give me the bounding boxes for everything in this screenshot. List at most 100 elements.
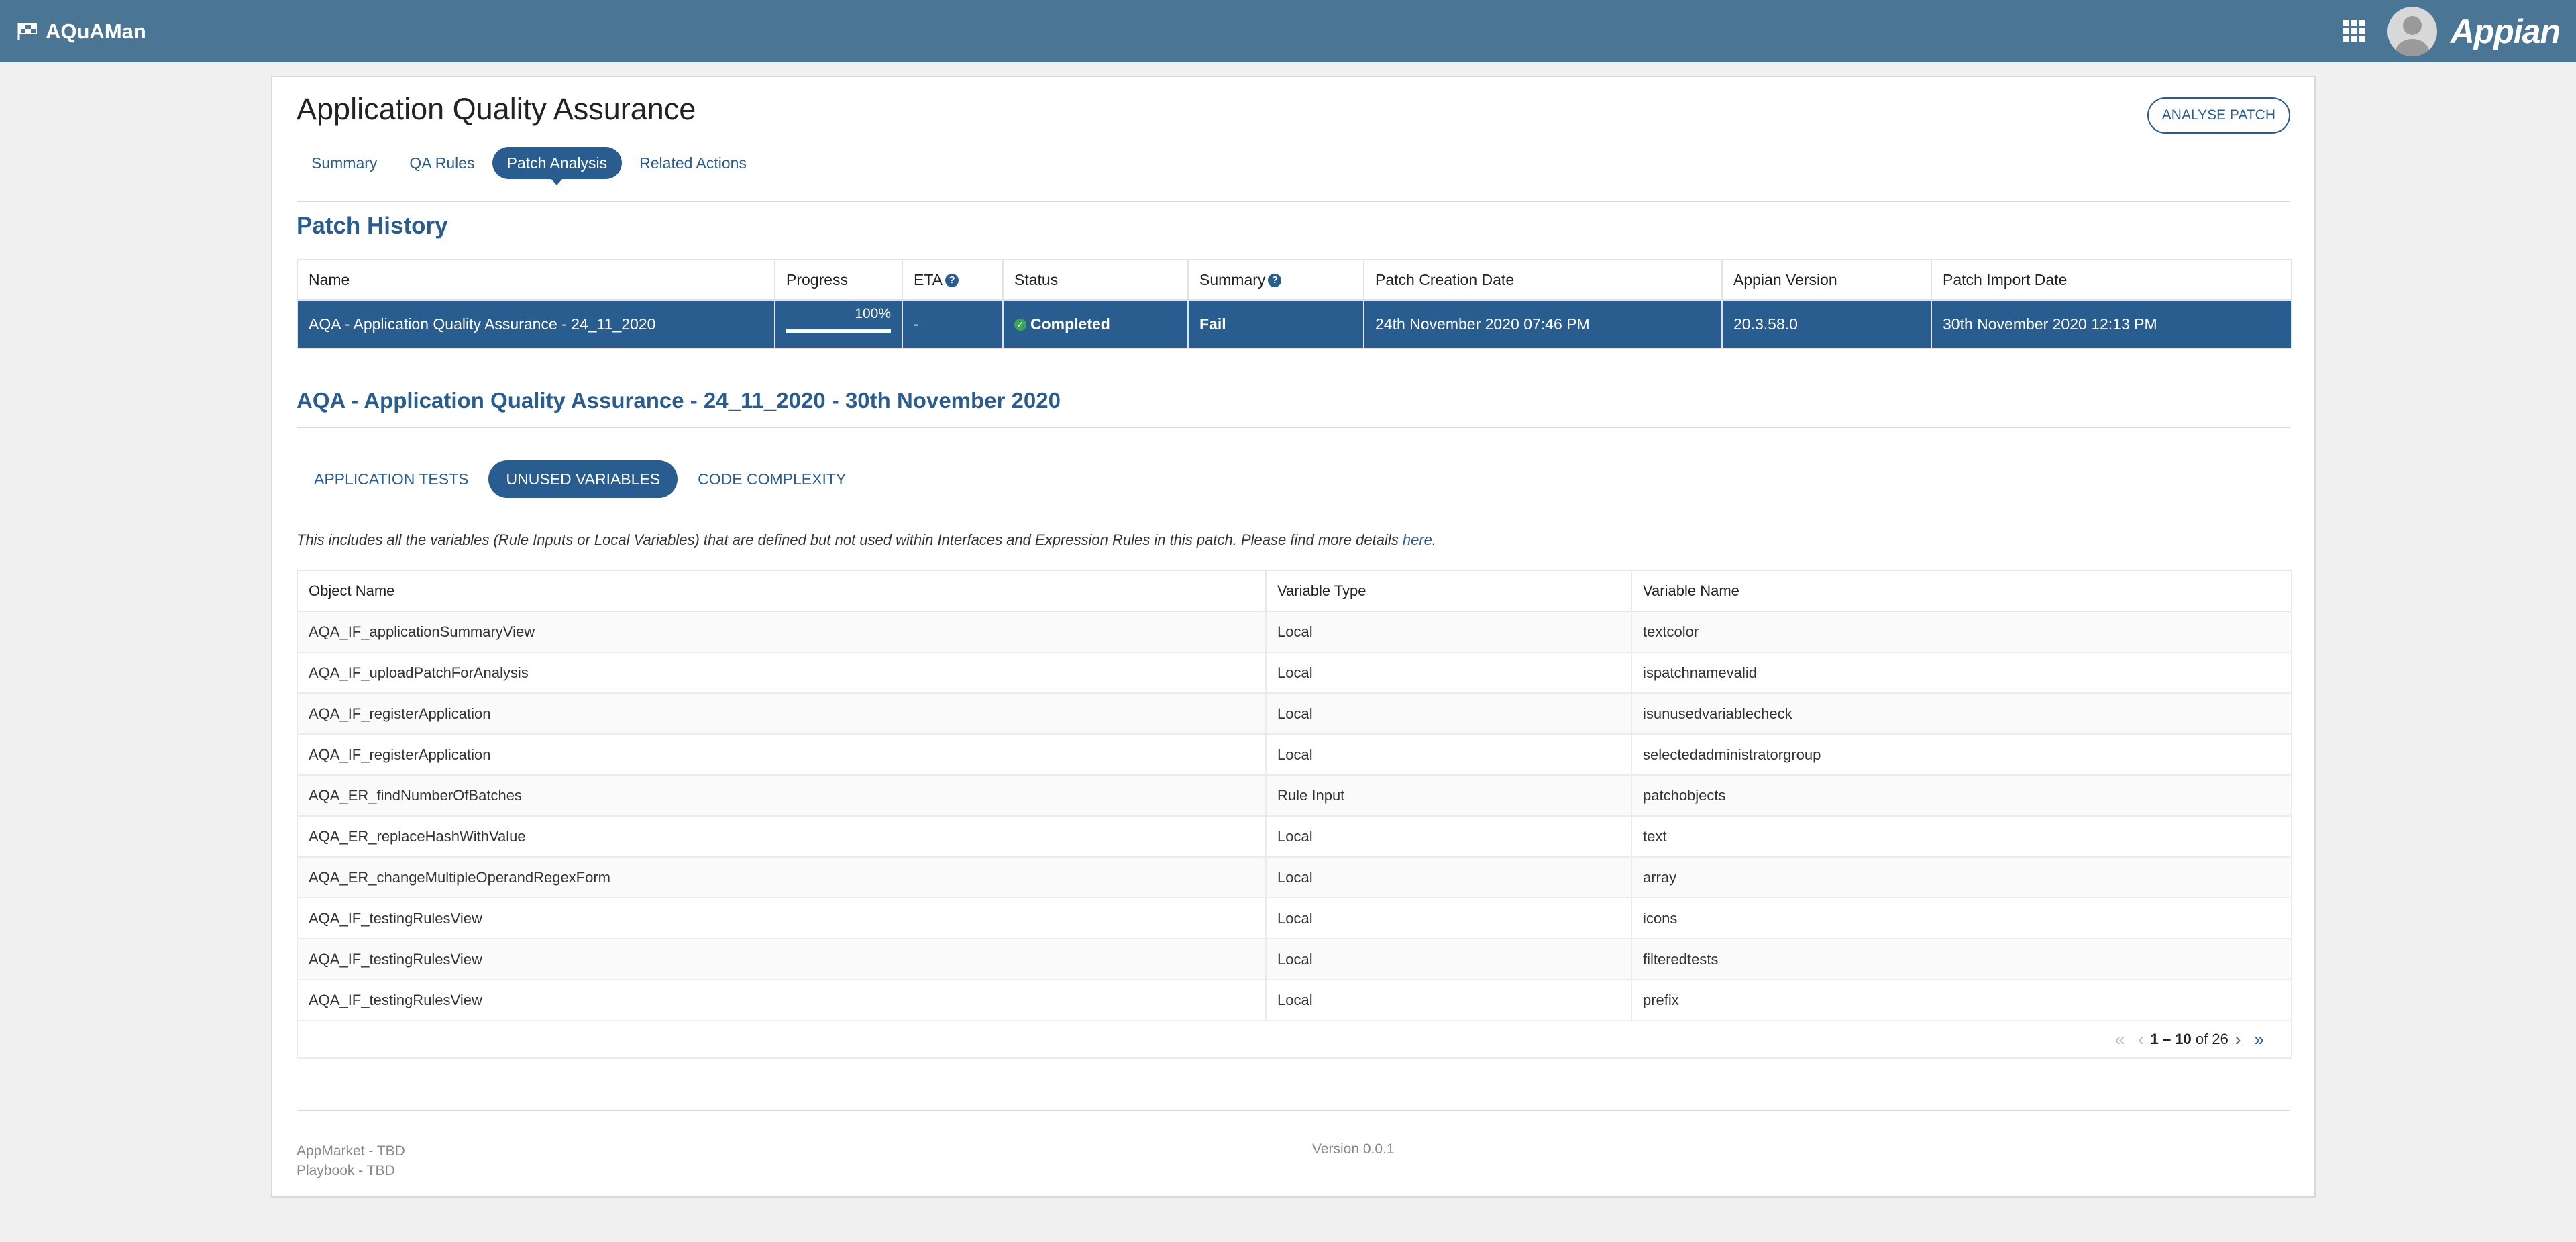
col-summary-label: Summary [1199,270,1266,289]
pager-total: of 26 [2195,1031,2229,1047]
prev-page-icon[interactable]: ‹ [2138,1029,2144,1050]
col-variable-name[interactable]: Variable Name [1631,570,2292,612]
app-brand[interactable]: AQuAMan [16,19,146,44]
variable-name-cell: textcolor [1631,611,2292,653]
unused-variables-table: Object Name Variable Type Variable Name … [297,570,2292,1059]
first-page-icon[interactable]: « [2114,1029,2124,1050]
divider [297,1110,2290,1111]
variable-name-cell: isunusedvariablecheck [1631,692,2292,735]
col-summary[interactable]: Summary? [1187,259,1364,301]
pager-range: 1 – 10 [2150,1031,2192,1047]
object-name-cell: AQA_ER_replaceHashWithValue [297,815,1267,858]
tab-summary[interactable]: Summary [297,147,392,179]
eta-value: - [902,299,1004,349]
description-end: . [1432,531,1437,548]
variable-type-cell: Local [1265,856,1632,898]
version-value: 20.3.58.0 [1721,299,1932,349]
pager: « ‹ 1 – 10 of 26 › » [2108,1029,2271,1050]
variable-name-cell: ispatchnamevalid [1631,652,2292,694]
table-header-row: Object Name Variable Type Variable Name [297,570,2292,612]
table-row: AQA_IF_testingRulesView Local prefix [297,979,2292,1021]
description-text: This includes all the variables (Rule In… [297,531,1436,549]
tab-qa-rules[interactable]: QA Rules [394,147,489,179]
table-row: AQA_IF_registerApplication Local selecteda… [297,733,2292,776]
app-grid-icon[interactable] [2343,19,2366,43]
table-row: AQA_IF_uploadPatchForAnalysis Local ispatc… [297,652,2292,694]
progress-bar [786,329,891,333]
top-bar: AQuAMan Appian [0,0,2576,62]
variable-name-cell: icons [1631,897,2292,939]
user-icon [2394,15,2430,56]
table-row: AQA_IF_testingRulesView Local filteredtest… [297,938,2292,980]
col-imported[interactable]: Patch Import Date [1931,259,2292,301]
footer-links: AppMarket - TBD Playbook - TBD [297,1141,405,1180]
tab-related-actions[interactable]: Related Actions [625,147,761,179]
footer-link-appmarket[interactable]: AppMarket - TBD [297,1141,405,1161]
pager-cell: « ‹ 1 – 10 of 26 › » [297,1020,2292,1059]
variable-type-cell: Local [1265,938,1632,980]
object-name-cell: AQA_ER_findNumberOfBatches [297,774,1267,817]
check-circle-icon: ✓ [1014,319,1026,331]
variable-type-cell: Rule Input [1265,774,1632,817]
col-name[interactable]: Name [297,259,775,301]
variable-type-cell: Local [1265,815,1632,858]
patch-name: AQA - Application Quality Assurance - 24… [297,299,775,349]
last-page-icon[interactable]: » [2255,1029,2264,1050]
table-row-selected[interactable]: AQA - Application Quality Assurance - 24… [297,299,2292,349]
col-created[interactable]: Patch Creation Date [1363,259,1723,301]
subtab-application-tests[interactable]: APPLICATION TESTS [297,460,486,498]
analysis-subtabs: APPLICATION TESTS UNUSED VARIABLES CODE … [297,460,866,498]
subtab-code-complexity[interactable]: CODE COMPLEXITY [680,460,863,498]
col-variable-type[interactable]: Variable Type [1265,570,1632,612]
object-name-cell: AQA_IF_applicationSummaryView [297,611,1267,653]
flag-icon [17,22,37,40]
table-row: AQA_IF_registerApplication Local isunusedv… [297,692,2292,735]
details-link[interactable]: here [1403,531,1432,548]
version-text: Version 0.0.1 [1312,1141,1395,1157]
progress-cell: 100% [774,299,903,349]
col-eta[interactable]: ETA? [902,259,1004,301]
object-name-cell: AQA_IF_testingRulesView [297,979,1267,1021]
table-header-row: Name Progress ETA? Status Summary? Patch… [297,259,2292,301]
col-progress[interactable]: Progress [774,259,903,301]
tab-patch-analysis[interactable]: Patch Analysis [492,147,623,185]
imported-value: 30th November 2020 12:13 PM [1931,299,2292,349]
variable-type-cell: Local [1265,897,1632,939]
main-card: Application Quality Assurance ANALYSE PA… [271,76,2316,1198]
footer-link-playbook[interactable]: Playbook - TBD [297,1161,405,1180]
col-version[interactable]: Appian Version [1721,259,1932,301]
table-row: AQA_ER_replaceHashWithValue Local text [297,815,2292,858]
variable-name-cell: filteredtests [1631,938,2292,980]
object-name-cell: AQA_IF_registerApplication [297,733,1267,776]
table-row: AQA_IF_testingRulesView Local icons [297,897,2292,939]
object-name-cell: AQA_ER_changeMultipleOperandRegexForm [297,856,1267,898]
object-name-cell: AQA_IF_registerApplication [297,692,1267,735]
col-status[interactable]: Status [1002,259,1189,301]
progress-label: 100% [855,306,891,321]
help-icon[interactable]: ? [945,274,959,288]
table-row: AQA_ER_changeMultipleOperandRegexForm Loc… [297,856,2292,898]
variable-type-cell: Local [1265,979,1632,1021]
progress-fill [786,329,891,333]
table-row: AQA_ER_findNumberOfBatches Rule Input patc… [297,774,2292,817]
subtab-unused-variables[interactable]: UNUSED VARIABLES [488,460,678,498]
page-title: Application Quality Assurance [297,92,696,126]
col-object-name[interactable]: Object Name [297,570,1267,612]
variable-type-cell: Local [1265,692,1632,735]
variable-name-cell: text [1631,815,2292,858]
analysis-title: AQA - Application Quality Assurance - 24… [297,388,1061,413]
pager-row: « ‹ 1 – 10 of 26 › » [297,1020,2292,1059]
next-page-icon[interactable]: › [2235,1029,2241,1050]
analyse-patch-button[interactable]: ANALYSE PATCH [2147,97,2290,134]
appian-logo: Appian [2450,12,2561,50]
status-badge: Completed [1030,315,1110,333]
page-tabs: Summary QA Rules Patch Analysis Related … [297,147,764,185]
help-icon[interactable]: ? [1268,274,1282,288]
variable-name-cell: array [1631,856,2292,898]
avatar[interactable] [2387,6,2437,56]
col-eta-label: ETA [914,270,943,289]
object-name-cell: AQA_IF_uploadPatchForAnalysis [297,652,1267,694]
divider [297,201,2290,202]
summary-value: Fail [1187,299,1364,349]
variable-type-cell: Local [1265,652,1632,694]
